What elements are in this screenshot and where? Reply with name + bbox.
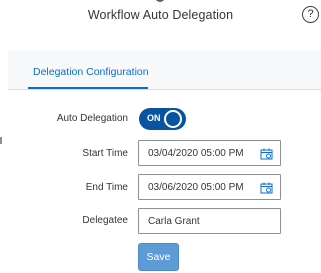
delegatee-input[interactable]: Carla Grant <box>138 208 281 234</box>
workflow-auto-delegation-dialog: Workflow Auto Delegation ? Delegation Co… <box>0 0 321 273</box>
delegatee-value: Carla Grant <box>148 216 200 227</box>
auto-delegation-label: Auto Delegation <box>56 113 128 124</box>
start-time-value: 03/04/2020 05:00 PM <box>148 148 244 159</box>
save-button[interactable]: Save <box>138 243 179 271</box>
start-time-field[interactable]: 03/04/2020 05:00 PM <box>138 140 281 166</box>
tab-selected-indicator <box>28 87 148 89</box>
end-time-label: End Time <box>85 182 128 193</box>
calendar-icon[interactable] <box>260 182 273 194</box>
help-icon[interactable]: ? <box>302 6 319 23</box>
auto-delegation-toggle[interactable]: ON <box>139 108 186 130</box>
edge-mark <box>0 137 2 144</box>
end-time-field[interactable]: 03/06/2020 05:00 PM <box>138 174 281 200</box>
end-time-value: 03/06/2020 05:00 PM <box>148 182 244 193</box>
tab-delegation-configuration[interactable]: Delegation Configuration <box>33 66 149 78</box>
header-bar: Workflow Auto Delegation ? <box>0 0 321 32</box>
toggle-knob <box>164 110 182 128</box>
tab-bar: Delegation Configuration <box>8 50 321 90</box>
page-title: Workflow Auto Delegation <box>87 8 234 22</box>
start-time-label: Start Time <box>82 148 128 159</box>
toggle-state-text: ON <box>147 113 161 123</box>
delegatee-label: Delegatee <box>82 215 128 226</box>
calendar-icon[interactable] <box>260 148 273 160</box>
